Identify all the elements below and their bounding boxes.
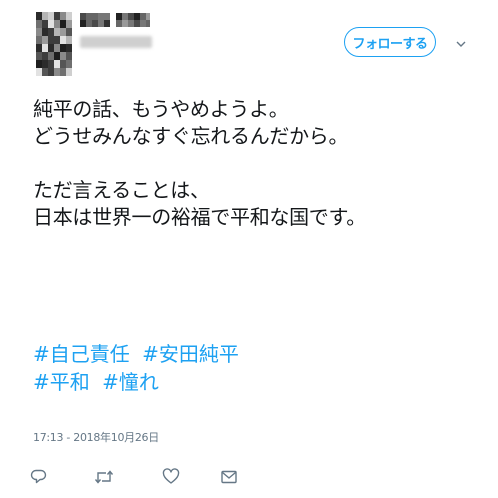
avatar-pixel (66, 36, 72, 44)
display-name[interactable] (80, 13, 150, 27)
reply-icon[interactable] (30, 468, 50, 488)
avatar-pixel (66, 52, 72, 60)
avatar-pixel (66, 20, 72, 28)
timestamp[interactable]: 17:13 - 2018年10月26日 (33, 429, 159, 445)
avatar-pixel (66, 28, 72, 36)
tweet-text: 純平の話、もうやめようよ。 どうせみんなすぐ忘れるんだから。 ただ言えることは、… (33, 96, 473, 231)
avatar[interactable] (36, 12, 72, 76)
tweet-line: 純平の話、もうやめようよ。 (33, 97, 289, 121)
avatar-pixel (66, 68, 72, 76)
hashtag-row: #自己責任 #安田純平 (33, 340, 245, 368)
hashtag-link[interactable]: #憧れ (102, 370, 159, 394)
hashtag-link[interactable]: #平和 (33, 370, 90, 394)
avatar-pixel (66, 12, 72, 20)
hashtag-link[interactable]: #安田純平 (142, 342, 239, 366)
follow-button[interactable]: フォローする (344, 27, 436, 57)
avatar-pixel (66, 44, 72, 52)
display-name-pixel (146, 20, 150, 27)
username-handle[interactable] (80, 36, 152, 48)
hashtag-link[interactable]: #自己責任 (33, 342, 130, 366)
tweet-line: どうせみんなすぐ忘れるんだから。 (33, 124, 349, 148)
tweet-line: ただ言えることは、 (33, 178, 210, 202)
hashtags: #自己責任 #安田純平 #平和 #憧れ (33, 340, 245, 396)
tweet-line: 日本は世界一の裕福で平和な国です。 (33, 205, 366, 229)
action-bar (30, 468, 250, 488)
retweet-icon[interactable] (94, 468, 114, 488)
avatar-pixel (66, 60, 72, 68)
display-name-pixel (146, 13, 150, 20)
follow-button-label: フォローする (352, 36, 428, 52)
heart-icon[interactable] (162, 468, 182, 488)
chevron-down-icon[interactable] (455, 35, 467, 47)
hashtag-row: #平和 #憧れ (33, 368, 245, 396)
envelope-icon[interactable] (220, 468, 240, 488)
